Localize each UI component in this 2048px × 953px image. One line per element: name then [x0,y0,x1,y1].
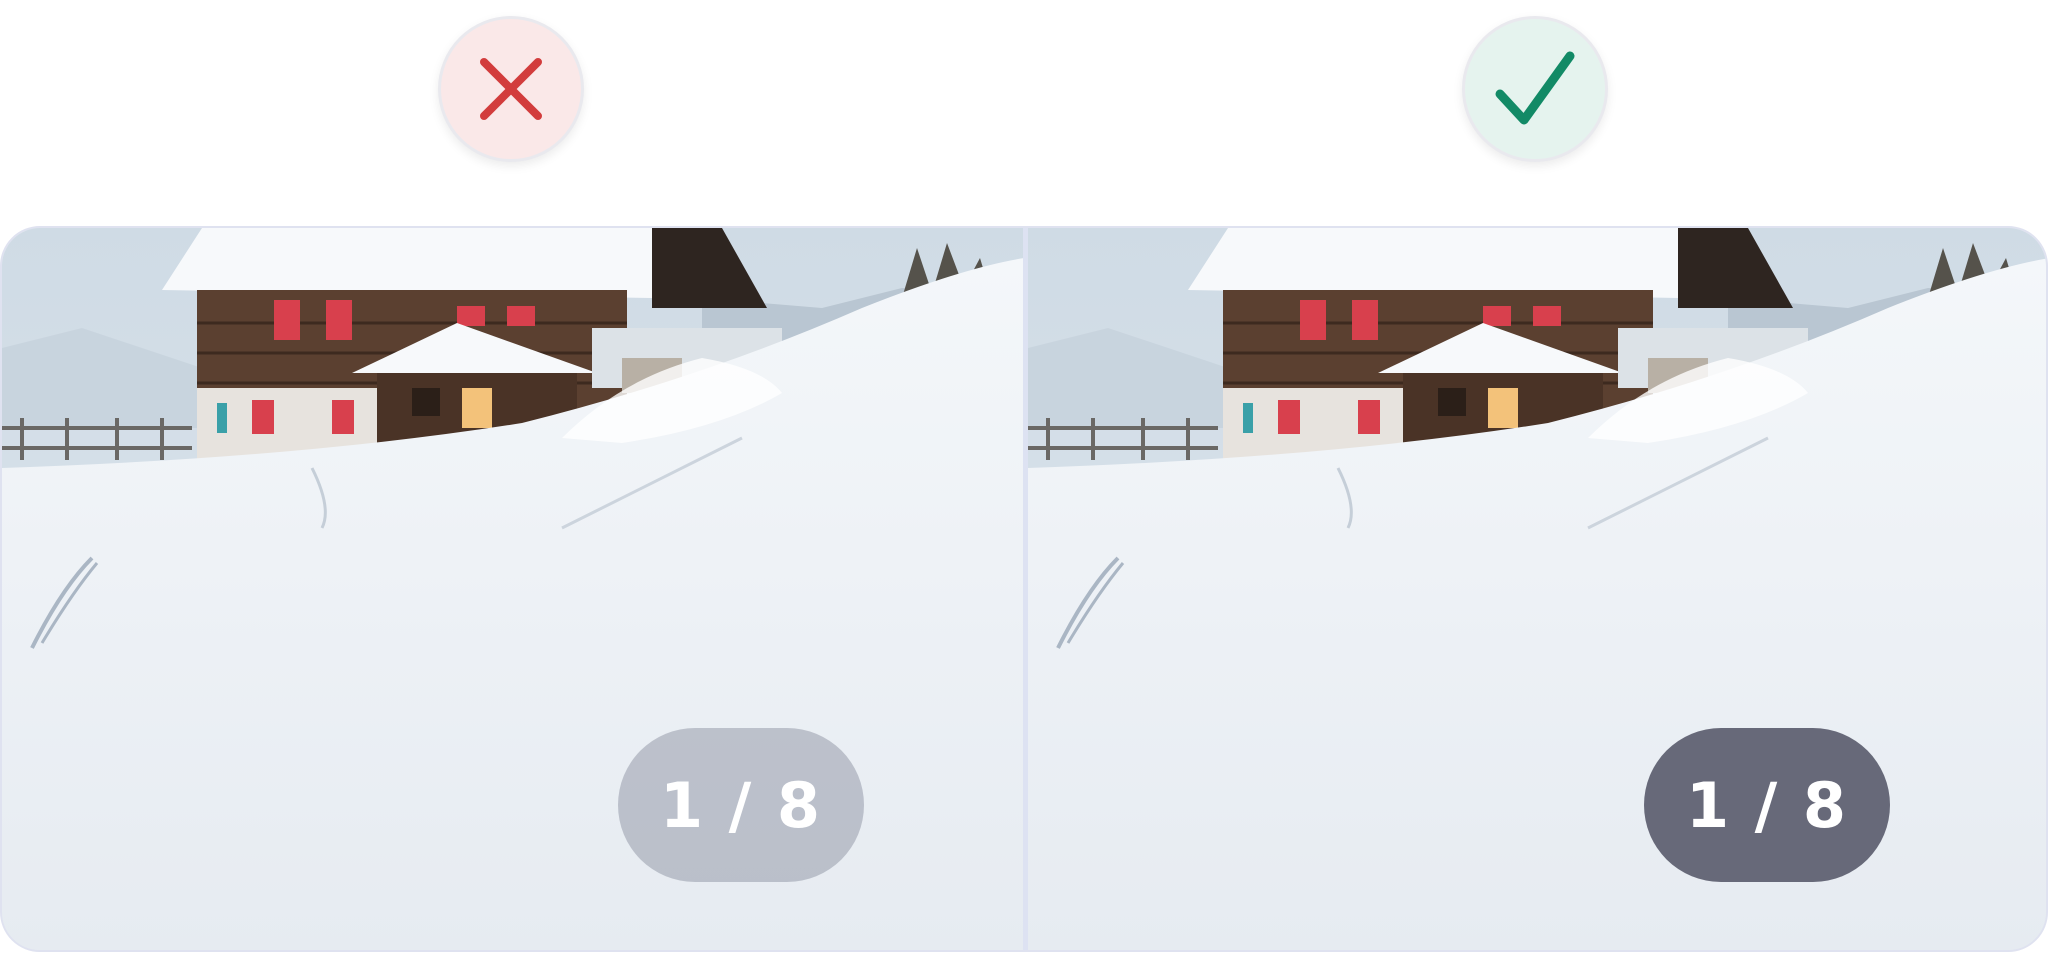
snowy-chalet-photo [1028,228,2046,950]
image-counter-text: 1 / 8 [659,768,823,842]
correct-badge [1462,16,1608,162]
image-counter-text: 1 / 8 [1685,768,1849,842]
incorrect-badge [438,16,584,162]
image-counter-badge: 1 / 8 [618,728,864,882]
carousel-image-incorrect[interactable]: 1 / 8 [2,228,1024,950]
snowy-chalet-photo [2,228,1024,950]
carousel-image-correct[interactable]: 1 / 8 [1028,228,2046,950]
comparison-stage: 1 / 8 1 / 8 [0,0,2048,953]
check-mark-icon [1495,51,1575,125]
x-mark-icon [480,58,542,120]
image-comparison-card: 1 / 8 1 / 8 [0,226,2048,952]
image-counter-badge: 1 / 8 [1644,728,1890,882]
